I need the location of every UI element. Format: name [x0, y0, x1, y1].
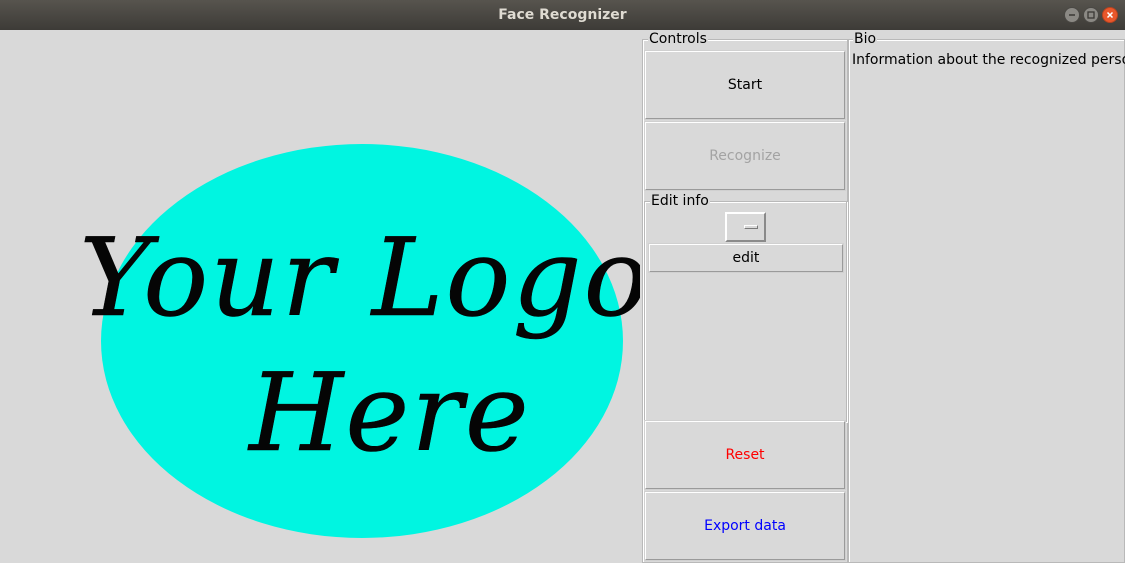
controls-group-label: Controls [648, 31, 708, 47]
logo-ellipse [101, 144, 623, 538]
edit-button[interactable]: edit [649, 244, 843, 272]
reset-button[interactable]: Reset [645, 421, 845, 489]
title-bar: Face Recognizer [0, 0, 1125, 30]
recognize-button[interactable]: Recognize [645, 122, 845, 190]
maximize-icon [1087, 11, 1095, 19]
controls-group: Controls Start Recognize Edit info edit … [642, 31, 848, 563]
logo-image: Your Logo Here [0, 30, 640, 563]
logo-line1: Your Logo [79, 216, 640, 341]
edit-info-group: Edit info edit [644, 193, 847, 422]
window-content: Your Logo Here Controls Start Recognize … [0, 30, 1125, 563]
window-controls [1064, 7, 1118, 23]
maximize-button[interactable] [1083, 7, 1099, 23]
bio-text: Information about the recognized person. [852, 52, 1125, 68]
bio-group-label: Bio [853, 31, 878, 47]
close-button[interactable] [1102, 7, 1118, 23]
bio-group: Bio Information about the recognized per… [848, 31, 1125, 563]
start-button[interactable]: Start [645, 51, 845, 119]
minimize-icon [1069, 14, 1075, 16]
edit-info-group-label: Edit info [650, 193, 710, 209]
window-title: Face Recognizer [498, 7, 627, 23]
minimize-button[interactable] [1064, 7, 1080, 23]
logo-line2: Here [247, 351, 531, 476]
dropdown-indicator-icon [744, 225, 758, 229]
edit-info-dropdown[interactable] [725, 212, 766, 242]
export-data-button[interactable]: Export data [645, 492, 845, 560]
close-icon [1106, 11, 1114, 19]
